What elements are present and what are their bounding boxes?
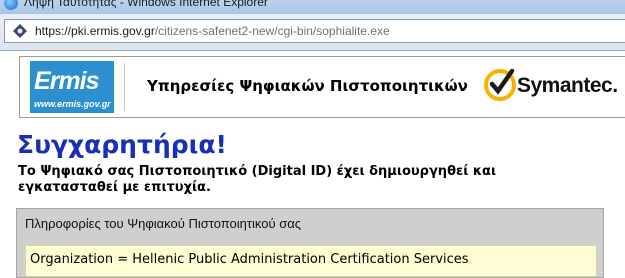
success-message: Το Ψηφιακό σας Πιστοποιητικό (Digital ID… [18,164,538,196]
page-headline: Συγχαρητήρια! [17,130,227,159]
logo-word: Ermis [34,67,99,95]
ie-icon [4,0,18,10]
url-text: https://pki.ermis.gov.gr/citizens-safene… [35,24,390,38]
message-line-1: Το Ψηφιακό σας Πιστοποιητικό (Digital ID… [18,164,497,179]
certificate-info-panel: Πληροφορίες του Ψηφιακού Πιστοποιητικού … [16,208,604,278]
window-titlebar: Λήψη Ταυτότητας - Windows Internet Explo… [0,0,625,14]
symantec-check-icon [484,68,516,101]
message-line-2: εγκατασταθεί με επιτυχία. [18,180,211,195]
window-title: Λήψη Ταυτότητας - Windows Internet Explo… [24,0,268,9]
info-panel-title: Πληροφορίες του Ψηφιακού Πιστοποιητικού … [25,216,302,231]
url-path: /citizens-safenet2-new/cgi-bin/sophialit… [154,24,390,38]
symantec-logo-text: Symantec. [517,74,618,97]
header-divider [124,63,125,111]
site-lock-icon [13,24,27,38]
page-content: Ermis www.ermis.gov.gr Υπηρεσίες Ψηφιακώ… [0,51,625,278]
address-bar: https://pki.ermis.gov.gr/citizens-safene… [0,14,625,51]
certificate-info-row: Organization = Hellenic Public Administr… [25,245,597,277]
header-title: Υπηρεσίες Ψηφιακών Πιστοποιητικών [147,77,468,95]
url-host: pki.ermis.gov.gr [71,24,155,38]
organization-field: Organization = Hellenic Public Administr… [30,252,469,267]
logo-url: www.ermis.gov.gr [34,99,111,109]
url-scheme: https:// [35,24,72,38]
ermis-logo[interactable]: Ermis www.ermis.gov.gr [30,61,114,113]
url-field[interactable]: https://pki.ermis.gov.gr/citizens-safene… [4,19,625,43]
site-header: Ermis www.ermis.gov.gr Υπηρεσίες Ψηφιακώ… [19,56,625,118]
